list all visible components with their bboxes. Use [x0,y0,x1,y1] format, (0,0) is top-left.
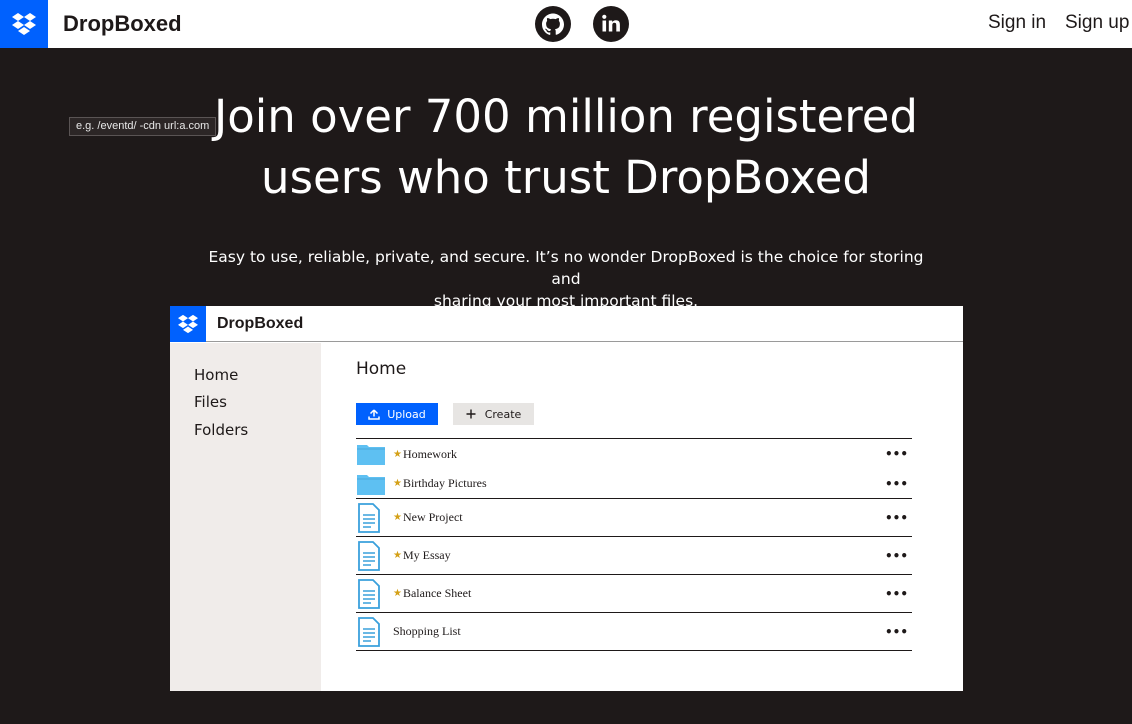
more-options-icon[interactable]: ••• [885,549,908,563]
upload-label: Upload [387,407,426,421]
upload-icon [368,408,380,420]
page-title: Home [356,359,407,379]
brand-name[interactable]: DropBoxed [63,11,182,37]
document-icon [357,540,387,571]
hero-subtitle: Easy to use, reliable, private, and secu… [196,246,936,312]
file-name: Shopping List [393,624,461,638]
hero-subtitle-line-1: Easy to use, reliable, private, and secu… [208,248,924,288]
hero-title: Join over 700 million registered users w… [186,86,946,208]
app-preview: DropBoxed Home Files Folders Home Upload… [170,306,963,691]
file-row-my-essay[interactable]: ★ My Essay ••• [356,537,912,575]
file-row-birthday-pictures[interactable]: ★ Birthday Pictures ••• [356,469,912,499]
more-options-icon[interactable]: ••• [885,587,908,601]
file-name: My Essay [402,548,451,562]
preview-header: DropBoxed [170,306,963,342]
file-name: Birthday Pictures [402,476,487,490]
preview-sidebar: Home Files Folders [170,343,321,691]
more-options-icon[interactable]: ••• [885,511,908,525]
star-icon[interactable]: ★ [393,478,402,489]
file-row-balance-sheet[interactable]: ★ Balance Sheet ••• [356,575,912,613]
file-row-new-project[interactable]: ★ New Project ••• [356,499,912,537]
file-row-shopping-list[interactable]: Shopping List ••• [356,613,912,651]
sidebar-item-home[interactable]: Home [194,366,238,384]
document-icon [357,616,387,647]
hero-title-line-1: Join over 700 million registered [214,90,918,143]
create-button[interactable]: Create [453,403,534,425]
github-icon[interactable] [534,5,572,43]
folder-icon [357,473,387,495]
document-icon [357,502,387,533]
dropbox-logo-icon[interactable] [170,306,206,342]
star-icon[interactable]: ★ [393,550,402,561]
star-icon[interactable]: ★ [393,449,402,460]
file-row-homework[interactable]: ★ Homework ••• [356,439,912,469]
plus-icon [466,409,476,419]
top-nav: DropBoxed Sign in Sign up [0,0,1132,48]
upload-button[interactable]: Upload [356,403,438,425]
file-name: Balance Sheet [402,586,472,600]
sidebar-item-files[interactable]: Files [194,393,227,411]
more-options-icon[interactable]: ••• [885,477,908,491]
hero-title-line-2: users who trust DropBoxed [261,151,871,204]
preview-main: Home Upload Create ★ Homework ••• ★ Birt… [321,343,963,691]
more-options-icon[interactable]: ••• [885,447,908,461]
preview-brand-name[interactable]: DropBoxed [217,315,303,333]
folder-icon [357,443,387,465]
star-icon[interactable]: ★ [393,588,402,599]
file-name: New Project [402,510,463,524]
create-label: Create [484,407,522,421]
more-options-icon[interactable]: ••• [885,625,908,639]
sign-in-link[interactable]: Sign in [988,12,1046,34]
linkedin-icon[interactable] [592,5,630,43]
file-name: Homework [402,446,457,461]
star-icon[interactable]: ★ [393,512,402,523]
document-icon [357,578,387,609]
sidebar-item-folders[interactable]: Folders [194,421,248,439]
dropbox-logo-icon[interactable] [0,0,48,48]
sign-up-link[interactable]: Sign up [1065,12,1129,34]
file-list: ★ Homework ••• ★ Birthday Pictures ••• ★… [356,438,912,651]
